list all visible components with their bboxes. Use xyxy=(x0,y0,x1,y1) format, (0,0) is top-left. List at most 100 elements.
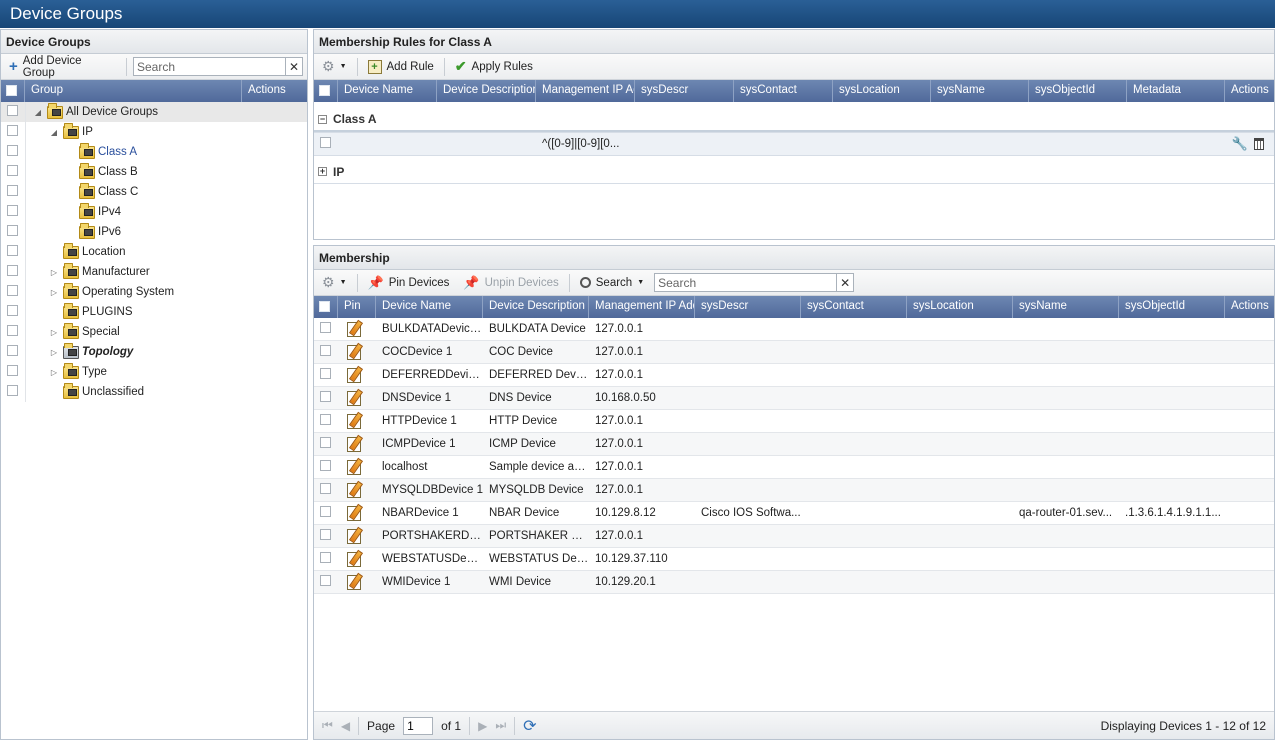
prev-page-icon[interactable]: ◀ xyxy=(341,719,350,733)
table-row[interactable]: MYSQLDBDevice 1 MYSQLDB Device 127.0.0.1 xyxy=(314,479,1274,502)
tree-node-label[interactable]: Topology xyxy=(82,346,133,358)
row-checkbox[interactable] xyxy=(320,529,331,540)
search-field-menu[interactable]: Search ▼ xyxy=(576,275,648,291)
table-row[interactable]: WEBSTATUSDevi... WEBSTATUS Devi... 10.129.… xyxy=(314,548,1274,571)
expand-triangle-icon[interactable]: ▷ xyxy=(49,328,59,337)
next-page-icon[interactable]: ▶ xyxy=(478,719,487,733)
tree-row[interactable]: Class A xyxy=(1,142,307,162)
first-page-icon[interactable]: ⏮ xyxy=(322,718,333,733)
tree-node-label[interactable]: IP xyxy=(82,126,93,138)
rules-col-device-description[interactable]: Device Description xyxy=(437,80,536,102)
delete-rule-trash-icon[interactable] xyxy=(1254,138,1264,150)
pin-edit-icon[interactable] xyxy=(346,573,362,590)
tree-node-label[interactable]: Operating System xyxy=(82,286,174,298)
membership-search-input[interactable] xyxy=(655,274,837,291)
pin-edit-icon[interactable] xyxy=(346,527,362,544)
pin-edit-icon[interactable] xyxy=(346,412,362,429)
select-all-groups-checkbox[interactable] xyxy=(6,85,17,96)
pin-edit-icon[interactable] xyxy=(346,550,362,567)
table-row[interactable]: BULKDATADevice 1 BULKDATA Device 127.0.0.1 xyxy=(314,318,1274,341)
tree-node-label[interactable]: IPv4 xyxy=(98,206,121,218)
col-device-description[interactable]: Device Description xyxy=(483,296,589,318)
tree-node-label[interactable]: All Device Groups xyxy=(66,106,158,118)
tree-row-checkbox[interactable] xyxy=(7,345,18,356)
select-all-rules-checkbox[interactable] xyxy=(319,85,330,96)
row-checkbox[interactable] xyxy=(320,368,331,379)
expand-icon[interactable]: + xyxy=(318,167,327,176)
table-row[interactable]: NBARDevice 1 NBAR Device 10.129.8.12 Cisco … xyxy=(314,502,1274,525)
row-checkbox[interactable] xyxy=(320,322,331,333)
col-management-ip[interactable]: Management IP Add xyxy=(589,296,695,318)
pin-edit-icon[interactable] xyxy=(346,366,362,383)
refresh-icon[interactable]: ⟳ xyxy=(523,716,536,736)
tree-node-label[interactable]: PLUGINS xyxy=(82,306,133,318)
expand-triangle-icon[interactable]: ▷ xyxy=(49,368,59,377)
tree-row[interactable]: Class C xyxy=(1,182,307,202)
select-all-members-checkbox[interactable] xyxy=(319,301,330,312)
rule-group-ip[interactable]: + IP xyxy=(314,160,1274,184)
tree-row-checkbox[interactable] xyxy=(7,365,18,376)
col-syslocation[interactable]: sysLocation xyxy=(907,296,1013,318)
pin-edit-icon[interactable] xyxy=(346,320,362,337)
tree-node-label[interactable]: Location xyxy=(82,246,125,258)
tree-row[interactable]: Class B xyxy=(1,162,307,182)
tree-row[interactable]: ▷ Topology xyxy=(1,342,307,362)
col-sysdescr[interactable]: sysDescr xyxy=(695,296,801,318)
rule-row-checkbox[interactable] xyxy=(320,137,331,148)
row-checkbox[interactable] xyxy=(320,437,331,448)
rules-col-sysdescr[interactable]: sysDescr xyxy=(635,80,734,102)
clear-search-icon[interactable]: ✕ xyxy=(285,58,302,75)
pin-edit-icon[interactable] xyxy=(346,435,362,452)
tree-row-checkbox[interactable] xyxy=(7,105,18,116)
rules-col-metadata[interactable]: Metadata xyxy=(1127,80,1225,102)
table-row[interactable]: COCDevice 1 COC Device 127.0.0.1 xyxy=(314,341,1274,364)
add-device-group-button[interactable]: + Add Device Group xyxy=(5,53,120,81)
table-row[interactable]: DNSDevice 1 DNS Device 10.168.0.50 xyxy=(314,387,1274,410)
tree-node-label[interactable]: Class C xyxy=(98,186,138,198)
pin-edit-icon[interactable] xyxy=(346,458,362,475)
tree-row-checkbox[interactable] xyxy=(7,145,18,156)
tree-row[interactable]: ◢ IP xyxy=(1,122,307,142)
pin-edit-icon[interactable] xyxy=(346,343,362,360)
rules-col-management-ip[interactable]: Management IP Ad xyxy=(536,80,635,102)
tree-row-checkbox[interactable] xyxy=(7,125,18,136)
rule-row[interactable]: ^([0-9]|[0-9][0... 🔧 xyxy=(314,132,1274,156)
rules-col-syscontact[interactable]: sysContact xyxy=(734,80,833,102)
clear-search-icon[interactable]: ✕ xyxy=(836,274,853,291)
table-row[interactable]: ICMPDevice 1 ICMP Device 127.0.0.1 xyxy=(314,433,1274,456)
col-sysobjectid[interactable]: sysObjectId xyxy=(1119,296,1225,318)
rules-col-sysname[interactable]: sysName xyxy=(931,80,1029,102)
expand-triangle-icon[interactable]: ▷ xyxy=(49,348,59,357)
pin-devices-button[interactable]: 📌 Pin Devices xyxy=(364,273,454,293)
table-row[interactable]: HTTPDevice 1 HTTP Device 127.0.0.1 xyxy=(314,410,1274,433)
col-pin[interactable]: Pin xyxy=(338,296,376,318)
pin-edit-icon[interactable] xyxy=(346,481,362,498)
table-row[interactable]: DEFERREDDevice 1 DEFERRED Device 127.0.0.1 xyxy=(314,364,1274,387)
expand-triangle-icon[interactable]: ▷ xyxy=(49,268,59,277)
tree-row[interactable]: IPv4 xyxy=(1,202,307,222)
rules-col-device-name[interactable]: Device Name xyxy=(338,80,437,102)
tree-node-label[interactable]: Class B xyxy=(98,166,138,178)
tree-row-checkbox[interactable] xyxy=(7,305,18,316)
add-rule-button[interactable]: + Add Rule xyxy=(364,58,438,76)
last-page-icon[interactable]: ⏭ xyxy=(495,718,506,733)
col-syscontact[interactable]: sysContact xyxy=(801,296,907,318)
tree-node-label[interactable]: Class A xyxy=(98,146,137,158)
pin-edit-icon[interactable] xyxy=(346,389,362,406)
row-checkbox[interactable] xyxy=(320,552,331,563)
table-row[interactable]: localhost Sample device ad... 127.0.0.1 xyxy=(314,456,1274,479)
expand-triangle-icon[interactable]: ▷ xyxy=(49,288,59,297)
table-row[interactable]: WMIDevice 1 WMI Device 10.129.20.1 xyxy=(314,571,1274,594)
col-sysname[interactable]: sysName xyxy=(1013,296,1119,318)
collapse-icon[interactable]: − xyxy=(318,114,327,124)
tree-row-checkbox[interactable] xyxy=(7,185,18,196)
group-search-input[interactable] xyxy=(134,58,285,75)
tree-row-checkbox[interactable] xyxy=(7,205,18,216)
tree-row[interactable]: IPv6 xyxy=(1,222,307,242)
tree-row[interactable]: ▷ Special xyxy=(1,322,307,342)
row-checkbox[interactable] xyxy=(320,506,331,517)
row-checkbox[interactable] xyxy=(320,345,331,356)
rules-col-syslocation[interactable]: sysLocation xyxy=(833,80,931,102)
collapse-triangle-icon[interactable]: ◢ xyxy=(49,128,59,137)
collapse-triangle-icon[interactable]: ◢ xyxy=(33,108,43,117)
